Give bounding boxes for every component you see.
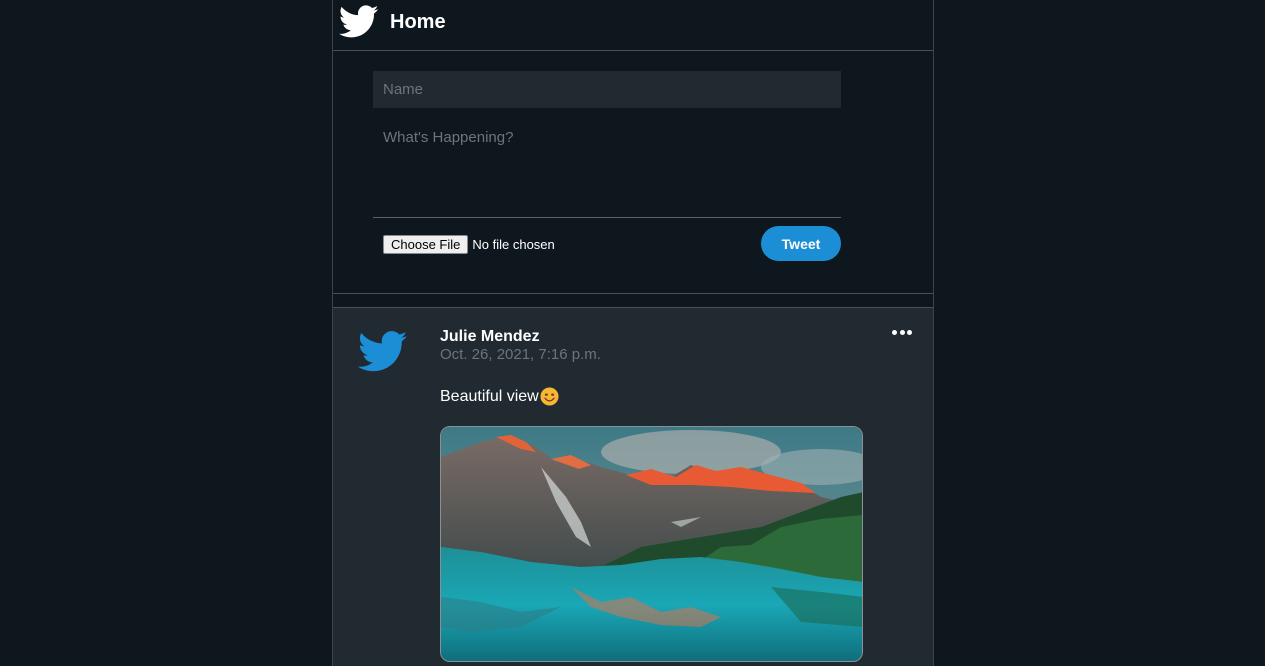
page-title: Home — [390, 11, 446, 33]
post-author[interactable]: Julie Mendez — [440, 328, 540, 346]
post-image[interactable] — [440, 426, 863, 662]
tweet-post: Julie Mendez Oct. 26, 2021, 7:16 p.m. Be… — [333, 308, 933, 666]
tweet-composer: Choose File No file chosen Tweet — [333, 51, 933, 294]
twitter-bird-icon — [358, 331, 408, 372]
tweet-button[interactable]: Tweet — [761, 226, 841, 261]
smiling-face-icon — [540, 387, 559, 406]
file-picker: Choose File No file chosen — [383, 234, 555, 254]
home-header: Home — [333, 0, 933, 51]
whats-happening-input[interactable] — [373, 123, 841, 217]
mountain-lake-photo — [441, 427, 862, 661]
post-text: Beautiful view — [440, 387, 539, 405]
feed-separator — [333, 294, 933, 308]
twitter-bird-icon[interactable] — [339, 5, 379, 39]
post-text-row: Beautiful view — [440, 387, 559, 406]
name-input[interactable] — [373, 71, 841, 108]
main-column: Home Choose File No file chosen Tweet Ju… — [332, 0, 934, 666]
post-timestamp: Oct. 26, 2021, 7:16 p.m. — [440, 346, 601, 363]
composer-divider — [373, 217, 841, 218]
more-dots-icon[interactable] — [889, 322, 915, 342]
file-status: No file chosen — [472, 236, 555, 252]
choose-file-button[interactable]: Choose File — [383, 234, 469, 254]
